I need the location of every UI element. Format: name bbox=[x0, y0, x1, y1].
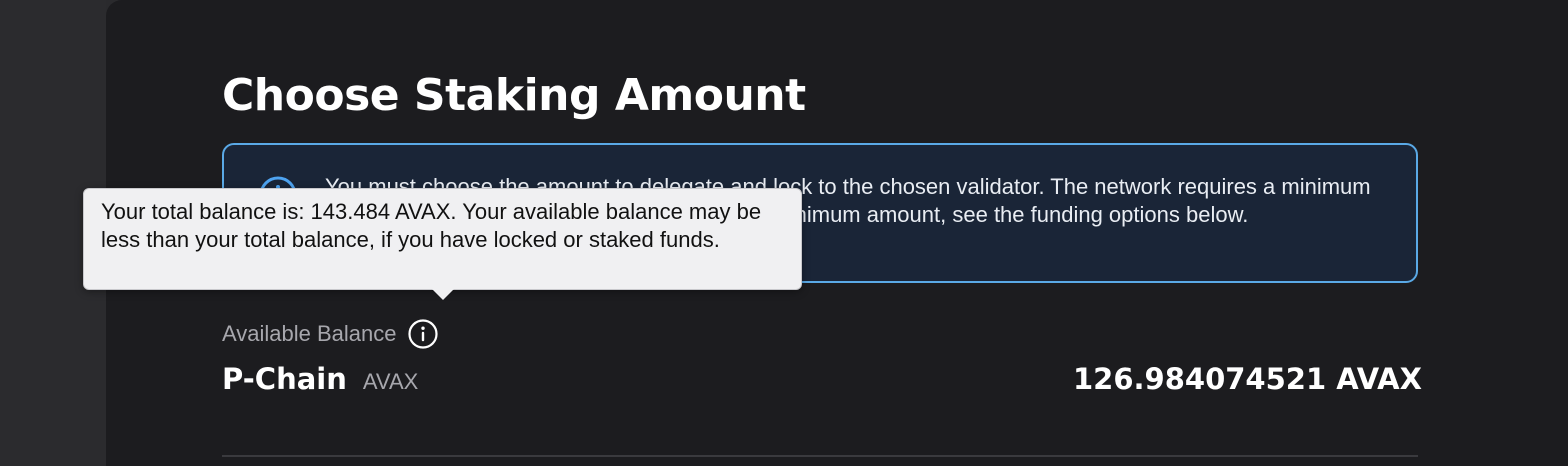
info-icon[interactable] bbox=[407, 318, 439, 350]
available-balance-label: Available Balance bbox=[222, 321, 397, 346]
tooltip-arrow bbox=[432, 289, 454, 300]
available-balance-header: Available Balance bbox=[222, 318, 439, 350]
balance-tooltip-text: Your total balance is: 143.484 AVAX. You… bbox=[101, 199, 762, 252]
chain-token-symbol: AVAX bbox=[362, 369, 419, 394]
available-balance-amount: 126.984074521 AVAX bbox=[1072, 362, 1422, 396]
chain-name: P-Chain bbox=[222, 362, 347, 396]
balance-tooltip: Your total balance is: 143.484 AVAX. You… bbox=[83, 188, 802, 300]
page-title: Choose Staking Amount bbox=[222, 70, 806, 121]
chain-balance-row: P-Chain AVAX bbox=[222, 362, 418, 396]
section-divider bbox=[222, 455, 1418, 457]
